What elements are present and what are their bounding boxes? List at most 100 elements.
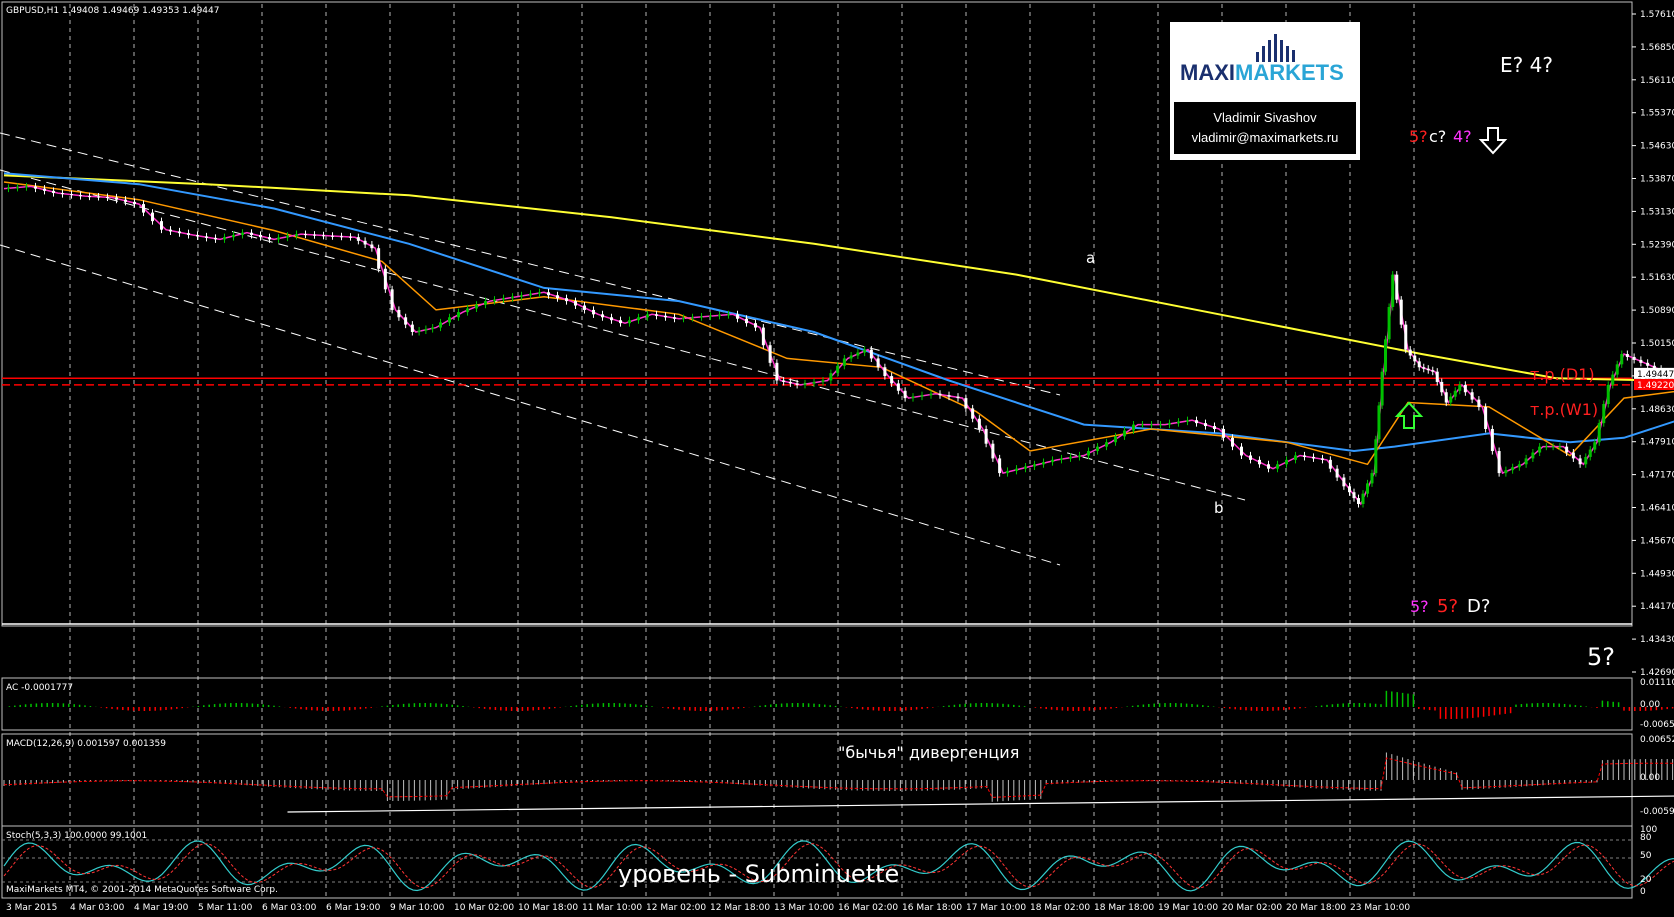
level-d1-label: т.р.(D1): [1530, 365, 1595, 384]
x-tick-label: 13 Mar 10:00: [774, 903, 834, 913]
candle-body: [1391, 274, 1395, 307]
level-price-text: 1.49220: [1637, 381, 1674, 391]
candle-body: [1511, 467, 1515, 471]
candle-body: [1033, 464, 1036, 467]
candle-body: [1361, 493, 1365, 504]
candle-body: [1204, 423, 1207, 427]
y-tick-label: 1.51630: [1640, 273, 1674, 283]
x-tick-label: 18 Mar 02:00: [1030, 903, 1090, 913]
candle-body: [583, 305, 586, 310]
candle-body: [1458, 384, 1462, 391]
candle-body: [664, 315, 667, 318]
candle-body: [124, 199, 127, 202]
x-tick-label: 4 Mar 19:00: [134, 903, 189, 913]
candle-body: [1435, 371, 1439, 382]
candle-body: [1602, 404, 1606, 424]
level-w1-label: т.р.(W1): [1530, 400, 1598, 419]
candle-body: [592, 309, 595, 315]
x-tick-label: 4 Mar 03:00: [70, 903, 125, 913]
candle-body: [331, 235, 334, 237]
candle-body: [277, 237, 280, 240]
candle-body: [1348, 486, 1351, 493]
candle-body: [1538, 446, 1542, 453]
candle-body: [34, 186, 37, 189]
candle-body: [397, 309, 401, 318]
x-tick-label: 10 Mar 18:00: [518, 903, 578, 913]
candle-body: [1384, 339, 1387, 372]
candle-body: [383, 268, 387, 290]
main-panel-frame: [1, 1, 1633, 627]
candle-body: [991, 443, 995, 459]
stoch-tick-label: 0: [1640, 887, 1646, 897]
candle-body: [1051, 459, 1054, 463]
candle-body: [1449, 396, 1453, 403]
candle-body: [1240, 446, 1243, 456]
candle-body: [1531, 452, 1535, 459]
candle-body: [196, 234, 199, 237]
y-tick-label: 1.47910: [1640, 438, 1674, 448]
candle-body: [417, 330, 421, 332]
y-tick-label: 1.53130: [1640, 207, 1674, 217]
candle-body: [1588, 449, 1592, 457]
candle-body: [984, 428, 988, 444]
candle-body: [1213, 426, 1216, 429]
candle-body: [1463, 384, 1467, 393]
ma-orange-line: [3, 181, 1674, 466]
annotation-d-d: D?: [1467, 596, 1490, 617]
ma-blue-line: [3, 172, 1674, 453]
macd-label: MACD(12,26,9) 0.001597 0.001359: [6, 739, 166, 749]
candle-body: [1186, 420, 1189, 422]
indicator-tick-label: 0.00: [1640, 700, 1660, 710]
candle-body: [803, 383, 807, 385]
divergence-line: [287, 795, 1674, 813]
candle-body: [410, 324, 414, 332]
wave-b-label: b: [1214, 499, 1224, 517]
candle-body: [70, 194, 73, 196]
candle-body: [1440, 381, 1444, 393]
candle-body: [439, 322, 442, 328]
candle-body: [223, 237, 226, 240]
footer-copyright: MaxiMarkets MT4, © 2001-2014 MetaQuotes …: [6, 885, 278, 895]
author-email: vladimir@maximarkets.ru: [1191, 130, 1339, 145]
annotation-d-5b: 5?: [1437, 596, 1458, 617]
x-tick-label: 16 Mar 02:00: [838, 903, 898, 913]
candle-body: [1544, 446, 1548, 448]
stoch-tick-label: 20: [1640, 875, 1652, 885]
candle-body: [1565, 446, 1569, 453]
candle-body: [88, 196, 91, 198]
candle-body: [187, 233, 190, 235]
candle-body: [1497, 451, 1501, 474]
indicator-tick-label: 0.011105: [1640, 678, 1674, 688]
candle-body: [1303, 455, 1306, 457]
price-chart[interactable]: 1.57610 1.56850 1.56110 1.55370 1.54630 1.538…: [0, 0, 1674, 917]
candle-body: [1484, 406, 1488, 429]
candle-body: [370, 244, 374, 249]
candle-body: [250, 232, 253, 235]
candle-body: [133, 201, 136, 205]
candle-body: [1141, 424, 1144, 426]
logo-brand-right: MARKETS: [1235, 60, 1344, 85]
candle-body: [768, 345, 772, 363]
candle-body: [1477, 399, 1481, 407]
candle-body: [890, 376, 894, 384]
candle-body: [1231, 437, 1234, 447]
candle-body: [903, 390, 907, 399]
candle-body: [475, 304, 478, 309]
candle-body: [610, 317, 613, 321]
candle-body: [1150, 424, 1153, 426]
candle-body: [745, 318, 748, 324]
candle-body: [259, 234, 262, 238]
candle-body: [869, 349, 873, 359]
candle-body: [556, 295, 559, 299]
candle-body: [16, 187, 19, 189]
moving-averages: [3, 172, 1674, 466]
candle-body: [718, 315, 721, 317]
candle-body: [1611, 374, 1615, 385]
candle-body: [1276, 464, 1279, 469]
candle-body: [404, 317, 408, 325]
candle-body: [1285, 459, 1288, 465]
candle-body: [1490, 428, 1494, 452]
x-tick-label: 19 Mar 10:00: [1158, 903, 1218, 913]
candle-body: [709, 315, 712, 317]
candle-body: [1504, 470, 1508, 474]
